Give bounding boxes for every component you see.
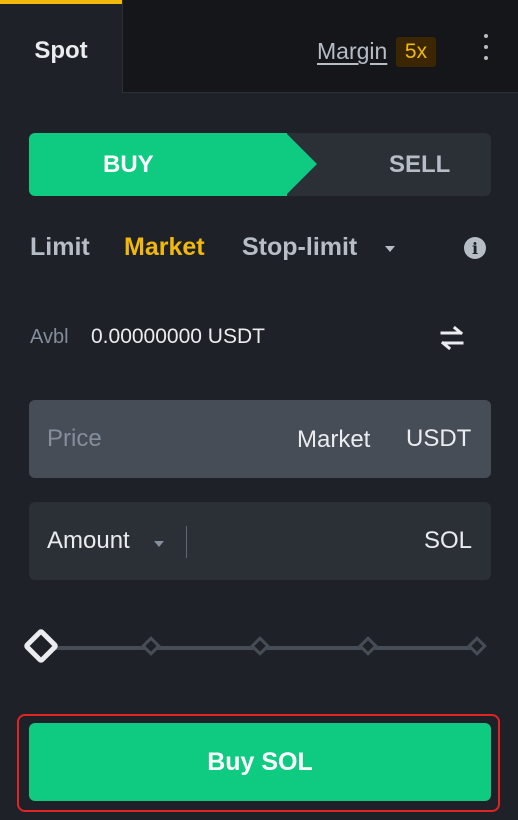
amount-divider bbox=[186, 526, 187, 558]
amount-input[interactable] bbox=[199, 522, 413, 562]
tab-spot[interactable]: Spot bbox=[0, 0, 122, 93]
available-label: Avbl bbox=[30, 326, 69, 348]
price-value: Market bbox=[297, 426, 371, 453]
order-type-limit[interactable]: Limit bbox=[30, 233, 90, 262]
price-field[interactable]: Price Market USDT bbox=[29, 400, 491, 478]
slider-thumb[interactable] bbox=[22, 627, 60, 665]
amount-unit: SOL bbox=[424, 527, 473, 554]
kebab-menu-icon[interactable] bbox=[481, 34, 491, 68]
amount-type-selector[interactable]: Amount bbox=[47, 527, 130, 555]
sell-tab-button[interactable]: SELL bbox=[319, 133, 491, 196]
buy-tab-label: BUY bbox=[103, 151, 154, 178]
buy-sol-button[interactable]: Buy SOL bbox=[29, 723, 491, 801]
price-unit: USDT bbox=[406, 425, 472, 452]
top-tabs: Spot Margin 5x bbox=[0, 0, 518, 93]
amount-field: Amount SOL bbox=[29, 502, 491, 580]
buy-tab-button[interactable]: BUY bbox=[29, 133, 287, 196]
buy-sell-toggle: BUY SELL bbox=[29, 133, 491, 196]
order-type-stop-limit[interactable]: Stop-limit bbox=[242, 233, 357, 262]
tab-margin[interactable]: Margin bbox=[317, 38, 387, 65]
available-value: 0.00000000 USDT bbox=[91, 325, 265, 348]
slider-stop-25[interactable] bbox=[141, 636, 161, 656]
caret-down-icon[interactable] bbox=[154, 541, 164, 547]
slider-stop-75[interactable] bbox=[358, 636, 378, 656]
info-icon[interactable]: i bbox=[464, 237, 486, 259]
order-type-market[interactable]: Market bbox=[124, 233, 205, 262]
leverage-badge[interactable]: 5x bbox=[396, 37, 436, 67]
slider-stop-50[interactable] bbox=[250, 636, 270, 656]
slider-stop-100[interactable] bbox=[467, 636, 487, 656]
price-placeholder: Price bbox=[47, 425, 102, 452]
sell-tab-label: SELL bbox=[389, 151, 451, 178]
buy-tab-arrow bbox=[286, 133, 317, 195]
swap-icon[interactable] bbox=[438, 325, 466, 351]
tab-spot-label: Spot bbox=[34, 37, 88, 64]
chevron-down-icon[interactable] bbox=[385, 246, 395, 252]
amount-slider[interactable] bbox=[22, 627, 494, 668]
